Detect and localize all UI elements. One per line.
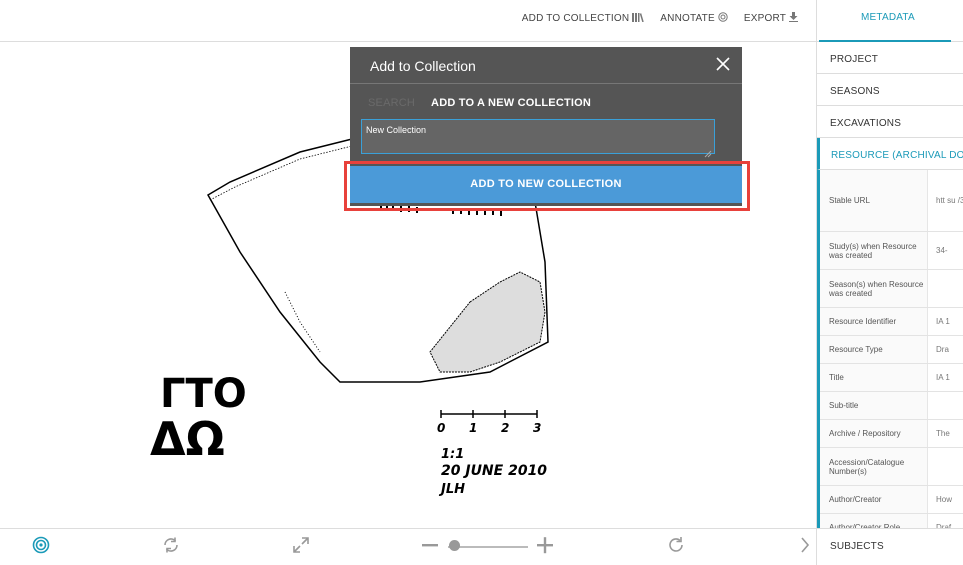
viewer-controls	[0, 528, 816, 565]
scale-tick-1: 1	[469, 421, 477, 435]
tab-metadata-label: METADATA	[861, 12, 915, 23]
table-row: Resource Identifier IA 1	[820, 308, 963, 336]
export-button[interactable]: EXPORT	[744, 12, 798, 25]
annotate-button[interactable]: ANNOTATE	[660, 12, 728, 25]
table-row: Resource Type Dra	[820, 336, 963, 364]
meta-value	[927, 392, 963, 419]
tab-search[interactable]: SEARCH	[368, 97, 415, 109]
download-icon	[789, 12, 798, 25]
meta-key: Resource Type	[820, 336, 927, 363]
scale-ratio: 1:1	[441, 447, 464, 462]
zoom-slider-track[interactable]	[448, 546, 528, 548]
table-row: Title IA 1	[820, 364, 963, 392]
tab-metadata[interactable]: METADATA	[817, 0, 963, 42]
meta-value	[927, 270, 963, 307]
drawing-label-bottom: ΔΩ	[150, 412, 225, 466]
table-row: Accession/Catalogue Number(s)	[820, 448, 963, 486]
meta-key: Title	[820, 364, 927, 391]
meta-value: The	[927, 420, 963, 447]
meta-key: Accession/Catalogue Number(s)	[820, 448, 927, 485]
meta-key: Author/Creator	[820, 486, 927, 513]
table-row: Author/Creator How	[820, 486, 963, 514]
meta-key: Resource Identifier	[820, 308, 927, 335]
zoom-slider-handle[interactable]	[449, 540, 460, 551]
metadata-panel: METADATA PROJECT SEASONS EXCAVATIONS RES…	[816, 0, 963, 565]
target-icon	[718, 12, 728, 25]
viewer-toolbar: ADD TO COLLECTION ANNOTATE EXPORT	[0, 0, 816, 42]
meta-key: Stable URL	[820, 170, 927, 231]
drawing-initials: JLH	[438, 482, 465, 497]
section-project[interactable]: PROJECT	[817, 42, 963, 74]
section-subjects[interactable]: SUBJECTS	[817, 528, 963, 565]
fullscreen-icon[interactable]	[292, 536, 310, 558]
meta-value[interactable]: htt su /3	[927, 170, 963, 231]
tab-add-new-collection[interactable]: ADD TO A NEW COLLECTION	[431, 97, 591, 109]
tab-active-indicator	[819, 40, 951, 42]
table-row: Season(s) when Resource was created	[820, 270, 963, 308]
resize-grip-icon[interactable]	[704, 145, 712, 158]
meta-value: 34-	[927, 232, 963, 269]
meta-value: How	[927, 486, 963, 513]
meta-key: Archive / Repository	[820, 420, 927, 447]
reset-icon[interactable]	[162, 536, 180, 558]
meta-key: Sub-title	[820, 392, 927, 419]
table-row: Study(s) when Resource was created 34-	[820, 232, 963, 270]
dialog-title: Add to Collection	[370, 58, 476, 74]
drawing-label-top: ΓΤΟ	[160, 371, 247, 417]
meta-value: IA 1	[927, 308, 963, 335]
library-icon	[632, 12, 645, 25]
add-to-collection-button[interactable]: ADD TO COLLECTION	[522, 12, 645, 25]
meta-key: Season(s) when Resource was created	[820, 270, 927, 307]
metadata-table: Stable URL htt su /3 Study(s) when Resou…	[817, 170, 963, 542]
section-resource[interactable]: RESOURCE (ARCHIVAL DOC	[817, 138, 963, 170]
table-row: Stable URL htt su /3	[820, 170, 963, 232]
meta-value: IA 1	[927, 364, 963, 391]
scale-tick-2: 2	[501, 421, 509, 435]
scale-bar: 0 1 2 3	[437, 410, 541, 435]
meta-key: Study(s) when Resource was created	[820, 232, 927, 269]
toolbar-actions: ADD TO COLLECTION ANNOTATE EXPORT	[522, 12, 798, 25]
export-label: EXPORT	[743, 13, 786, 24]
add-to-collection-label: ADD TO COLLECTION	[521, 13, 630, 24]
section-excavations[interactable]: EXCAVATIONS	[817, 106, 963, 138]
dialog-divider	[350, 83, 742, 84]
close-icon[interactable]	[716, 53, 730, 75]
meta-value	[927, 448, 963, 485]
annotation-target-icon[interactable]	[32, 536, 50, 558]
section-seasons[interactable]: SEASONS	[817, 74, 963, 106]
meta-value: Dra	[927, 336, 963, 363]
chevron-right-icon[interactable]	[800, 536, 810, 558]
dialog-tabs: SEARCH ADD TO A NEW COLLECTION	[368, 97, 591, 109]
zoom-out-icon[interactable]	[422, 536, 438, 558]
scale-tick-3: 3	[533, 421, 541, 435]
add-to-new-collection-button[interactable]: ADD TO NEW COLLECTION	[350, 166, 742, 203]
rotate-icon[interactable]	[667, 536, 685, 558]
table-row: Archive / Repository The	[820, 420, 963, 448]
annotate-label: ANNOTATE	[660, 13, 715, 24]
drawing-date: 20 JUNE 2010	[441, 463, 547, 479]
zoom-in-icon[interactable]	[537, 536, 553, 558]
scale-tick-0: 0	[437, 421, 445, 435]
table-row: Sub-title	[820, 392, 963, 420]
new-collection-name-input[interactable]	[361, 119, 715, 154]
